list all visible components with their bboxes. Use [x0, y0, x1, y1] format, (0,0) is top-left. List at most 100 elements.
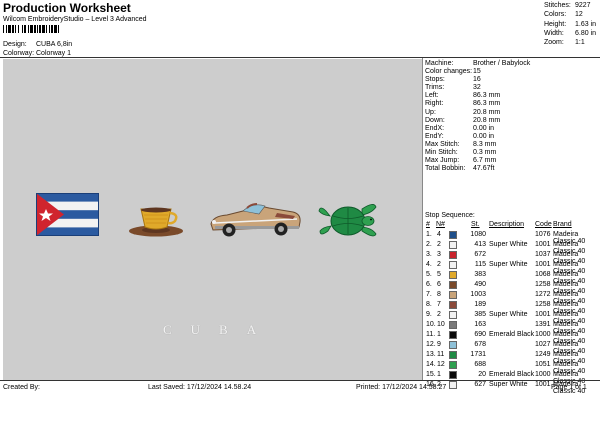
- stat-value: 1:1: [575, 39, 585, 47]
- stop-sequence-header: # N# St. Description Code Brand: [425, 221, 599, 230]
- machine-label: Min Stitch:: [425, 149, 458, 157]
- row-description: Emerald Black: [489, 331, 535, 338]
- row-code: 1000: [535, 331, 551, 338]
- page-title: Production Worksheet: [3, 1, 131, 15]
- machine-value: Brother / Babylock: [473, 60, 531, 67]
- color-swatch: [449, 321, 457, 329]
- col-needle: N#: [436, 221, 445, 228]
- row-index: 11.: [426, 331, 436, 338]
- table-row: 3. 3 672 1037 Madeira Classic 40: [425, 250, 599, 265]
- row-code: 1272: [535, 291, 551, 298]
- machine-row: Stops: 16: [425, 76, 597, 84]
- row-index: 2.: [426, 241, 432, 248]
- row-stitches: 189: [474, 301, 486, 308]
- stop-sequence-table: 1. 4 1080 1076 Madeira Classic 40 2. 2 413 Super…: [425, 230, 599, 395]
- machine-row: Min Stitch: 0.3 mm: [425, 149, 597, 157]
- row-index: 15.: [426, 371, 436, 378]
- machine-row: Right: 86.3 mm: [425, 100, 597, 108]
- row-code: 1001: [535, 241, 551, 248]
- machine-label: Machine:: [425, 60, 454, 67]
- machine-value: 20.8 mm: [473, 116, 501, 124]
- machine-row: Machine: Brother / Babylock: [425, 60, 597, 68]
- table-row: 14. 12 688 1051 Madeira Classic 40: [425, 360, 599, 375]
- row-stitches: 672: [474, 251, 486, 258]
- row-code: 1051: [535, 361, 551, 368]
- row-needle: 11: [437, 351, 445, 358]
- software-name: Wilcom EmbroideryStudio – Level 3 Advanc…: [3, 16, 147, 23]
- row-index: 13.: [426, 351, 436, 358]
- row-index: 9.: [426, 311, 432, 318]
- machine-value: 86.3 mm: [473, 92, 501, 100]
- table-row: 12. 9 678 1027 Madeira Classic 40: [425, 340, 599, 355]
- machine-label: EndX:: [425, 124, 445, 132]
- machine-row: EndX: 0.00 in: [425, 125, 597, 133]
- sea-turtle-motif: [318, 204, 377, 237]
- row-stitches: 1731: [470, 351, 486, 358]
- col-code: Code: [535, 221, 552, 228]
- row-index: 7.: [426, 291, 432, 298]
- row-code: 1249: [535, 351, 551, 358]
- table-row: 1. 4 1080 1076 Madeira Classic 40: [425, 230, 599, 245]
- row-stitches: 490: [474, 281, 486, 288]
- row-index: 12.: [426, 341, 436, 348]
- machine-label: Max Jump:: [425, 157, 460, 165]
- machine-value: 16: [473, 76, 481, 84]
- color-swatch: [449, 311, 457, 319]
- machine-label: Stops:: [425, 76, 445, 84]
- table-row: 5. 5 383 1068 Madeira Classic 40: [425, 270, 599, 285]
- row-needle: 4: [437, 231, 441, 238]
- row-needle: 2: [437, 261, 441, 268]
- machine-value: 86.3 mm: [473, 100, 501, 108]
- table-row: 4. 2 115 Super White 1001 Madeira Classic 40: [425, 260, 599, 275]
- row-description: Super White: [489, 241, 528, 248]
- row-code: 1027: [535, 341, 551, 348]
- divider: [0, 380, 600, 381]
- cuba-lettering: CUBA: [163, 322, 276, 337]
- row-index: 3.: [426, 251, 432, 258]
- stat-label: Zoom:: [544, 39, 564, 47]
- stat-label: Colors:: [544, 11, 567, 19]
- machine-row: Color changes: 15: [425, 68, 597, 76]
- table-row: 11. 1 690 Emerald Black 1000 Madeira Classic …: [425, 330, 599, 345]
- barcode: [3, 25, 59, 33]
- page-number: Page 1 of 1: [551, 384, 587, 391]
- color-swatch: [449, 241, 457, 249]
- row-stitches: 20: [478, 371, 486, 378]
- row-needle: 8: [437, 291, 441, 298]
- stat-label: Stitches:: [544, 2, 571, 9]
- machine-value: 8.3 mm: [473, 140, 497, 148]
- row-stitches: 1003: [470, 291, 486, 298]
- machine-row: EndY: 0.00 in: [425, 133, 597, 141]
- stat-row: Colors: 12: [538, 11, 598, 20]
- classic-car-motif: [210, 203, 301, 237]
- machine-info: Machine: Brother / Babylock Color changes:…: [425, 60, 597, 173]
- stat-row: Height: 1.63 in: [538, 21, 598, 30]
- row-index: 6.: [426, 281, 432, 288]
- table-row: 8. 7 189 1258 Madeira Classic 40: [425, 300, 599, 315]
- row-stitches: 383: [474, 271, 486, 278]
- stat-value: 9227: [575, 2, 591, 9]
- color-swatch: [449, 271, 457, 279]
- row-code: 1068: [535, 271, 551, 278]
- divider: [0, 57, 600, 58]
- machine-label: Down:: [425, 116, 445, 124]
- footer: Created By: Last Saved: 17/12/2024 14.58…: [0, 384, 600, 394]
- machine-row: Up: 20.8 mm: [425, 109, 597, 117]
- machine-label: Up:: [425, 108, 436, 116]
- stat-label: Width:: [544, 29, 564, 37]
- col-index: #: [426, 221, 430, 228]
- table-row: 9. 2 385 Super White 1001 Madeira Classic 40: [425, 310, 599, 325]
- stat-value: 12: [575, 11, 583, 19]
- machine-label: EndY:: [425, 132, 444, 140]
- row-code: 1076: [535, 231, 551, 238]
- machine-label: Color changes:: [425, 68, 473, 76]
- row-index: 1.: [426, 231, 432, 238]
- color-swatch: [449, 361, 457, 369]
- machine-value: 0.3 mm: [473, 149, 497, 157]
- divider: [422, 58, 423, 380]
- last-saved: Last Saved: 17/12/2024 14.58.24: [148, 384, 252, 391]
- row-description: Super White: [489, 261, 528, 268]
- machine-label: Right:: [425, 100, 444, 108]
- row-index: 8.: [426, 301, 432, 308]
- row-stitches: 688: [474, 361, 486, 368]
